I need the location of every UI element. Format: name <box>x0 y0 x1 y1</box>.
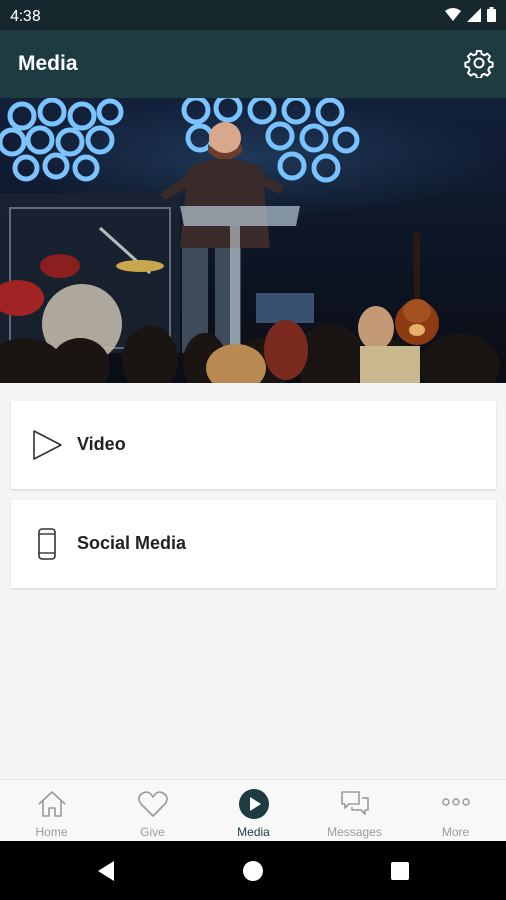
tab-home[interactable]: Home <box>1 780 102 842</box>
menu-item-label: Video <box>77 434 126 454</box>
tab-label: Give <box>140 825 165 839</box>
chat-bubbles-icon <box>340 791 369 815</box>
gear-icon[interactable] <box>464 48 494 78</box>
battery-icon <box>487 7 496 22</box>
hero-image <box>0 98 506 383</box>
tab-give[interactable]: Give <box>102 780 203 842</box>
home-button-icon[interactable] <box>241 859 265 883</box>
back-icon[interactable] <box>94 859 118 883</box>
status-time: 4:38 <box>10 6 41 25</box>
system-navigation-bar <box>0 841 506 900</box>
tab-label: Home <box>35 825 68 839</box>
tab-media[interactable]: Media <box>203 780 304 842</box>
recents-icon[interactable] <box>388 859 412 883</box>
signal-icon <box>467 7 481 22</box>
menu-item-social-media[interactable]: Social Media <box>11 500 496 588</box>
heart-icon <box>137 791 168 817</box>
tab-more[interactable]: More <box>405 780 506 842</box>
menu-item-label: Social Media <box>77 533 187 553</box>
play-circle-icon <box>238 789 269 819</box>
more-dots-icon <box>441 798 470 806</box>
home-icon <box>37 791 66 817</box>
app-bar: Media <box>0 30 506 98</box>
tab-messages[interactable]: Messages <box>304 780 405 842</box>
menu-item-video[interactable]: Video <box>11 401 496 489</box>
status-bar: 4:38 <box>0 0 506 30</box>
tab-label: Messages <box>327 825 382 839</box>
page-title: Media <box>18 52 78 75</box>
wifi-icon <box>445 7 461 21</box>
bottom-navigation: Home Give Media Messages More <box>0 779 506 842</box>
tab-label: Media <box>237 825 270 839</box>
play-outline-icon <box>33 430 62 460</box>
tab-label: More <box>441 825 470 839</box>
smartphone-icon <box>38 528 56 560</box>
